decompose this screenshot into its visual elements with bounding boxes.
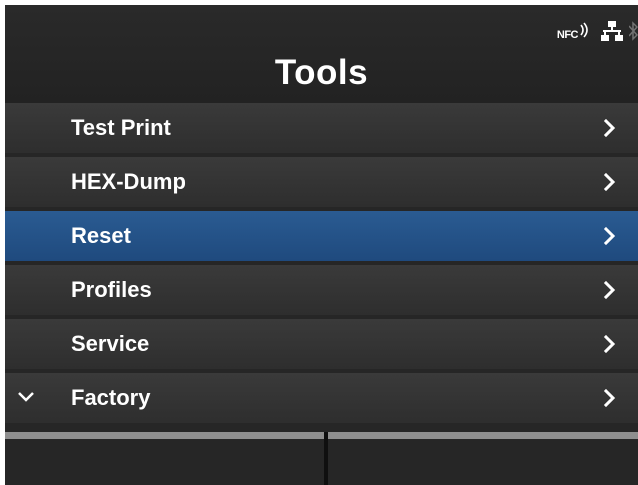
menu-item-test-print[interactable]: Test Print: [5, 103, 638, 153]
chevron-right-icon: [604, 389, 616, 407]
menu-item-factory[interactable]: Factory: [5, 373, 638, 423]
chevron-right-icon: [604, 119, 616, 137]
status-icons: NFC: [557, 19, 638, 43]
menu-item-profiles[interactable]: Profiles: [5, 265, 638, 315]
chevron-right-icon: [604, 281, 616, 299]
menu-item-label: HEX-Dump: [71, 169, 186, 194]
chevron-right-icon: [604, 173, 616, 191]
menu-item-label: Factory: [71, 385, 151, 410]
menu-item-reset[interactable]: Reset: [5, 211, 638, 261]
menu-item-hex-dump[interactable]: HEX-Dump: [5, 157, 638, 207]
menu-item-service[interactable]: Service: [5, 319, 638, 369]
chevron-right-icon: [604, 227, 616, 245]
network-icon: [601, 21, 623, 41]
nfc-label: NFC: [556, 28, 579, 41]
nfc-icon: NFC: [556, 21, 591, 41]
softkey-left[interactable]: [5, 432, 324, 485]
header: NFC Tools: [5, 5, 638, 103]
printer-screen: NFC Tools Test Print HEX-Dump Reset Prof…: [5, 5, 638, 485]
menu-item-label: Reset: [71, 223, 131, 248]
menu-list: Test Print HEX-Dump Reset Profiles Servi…: [5, 103, 638, 427]
scroll-down-icon[interactable]: [17, 391, 35, 403]
softkey-right[interactable]: [328, 432, 638, 485]
menu-item-label: Profiles: [71, 277, 152, 302]
softkey-bar: [5, 432, 638, 485]
menu-item-label: Service: [71, 331, 150, 356]
nfc-waves-icon: [580, 21, 588, 38]
page-title: Tools: [274, 53, 369, 92]
chevron-right-icon: [604, 335, 616, 353]
bluetooth-icon: [629, 21, 638, 41]
menu-item-label: Test Print: [71, 115, 171, 140]
